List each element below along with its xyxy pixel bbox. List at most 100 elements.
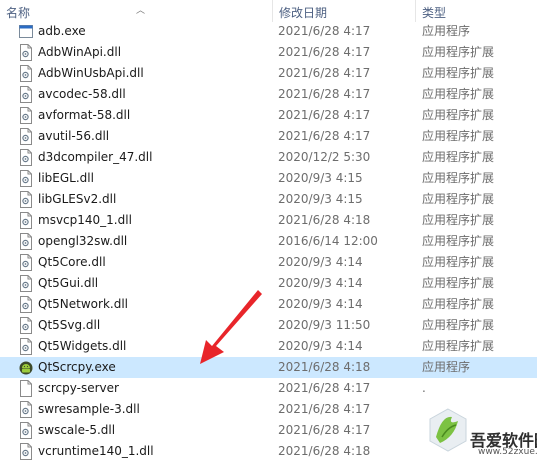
file-name: avcodec-58.dll (38, 87, 126, 101)
column-header-name-label: 名称 (6, 6, 31, 20)
dll-file-icon (20, 254, 32, 271)
file-row[interactable]: QtScrcpy.exe 2021/6/28 4:18 应用程序 (0, 357, 537, 378)
file-date-modified: 2021/6/28 4:17 (278, 402, 371, 416)
file-row[interactable]: AdbWinApi.dll 2021/6/28 4:17 应用程序扩展 (0, 42, 537, 63)
file-date-modified: 2020/9/3 4:15 (278, 171, 363, 185)
watermark: 吾爱软件园 www.52zxue.com (428, 405, 537, 465)
dll-file-icon (20, 317, 32, 334)
file-date-modified: 2020/9/3 4:14 (278, 339, 363, 353)
file-date-modified: 2020/9/3 4:14 (278, 276, 363, 290)
file-name: AdbWinUsbApi.dll (38, 66, 144, 80)
file-row[interactable]: Qt5Core.dll 2020/9/3 4:14 应用程序扩展 (0, 252, 537, 273)
file-name: AdbWinApi.dll (38, 45, 122, 59)
file-row[interactable]: avformat-58.dll 2021/6/28 4:17 应用程序扩展 (0, 105, 537, 126)
file-type: 应用程序扩展 (422, 87, 495, 101)
file-name: libEGL.dll (38, 171, 94, 185)
column-header-date[interactable]: 修改日期 (272, 0, 415, 22)
file-name: d3dcompiler_47.dll (38, 150, 153, 164)
watermark-url: www.52zxue.com (478, 447, 537, 457)
dll-file-icon (20, 443, 32, 460)
file-row[interactable]: d3dcompiler_47.dll 2020/12/2 5:30 应用程序扩展 (0, 147, 537, 168)
file-type: 应用程序扩展 (422, 192, 495, 206)
file-row[interactable]: Qt5Gui.dll 2020/9/3 4:14 应用程序扩展 (0, 273, 537, 294)
dll-file-icon (20, 422, 32, 439)
file-name: swresample-3.dll (38, 402, 140, 416)
dll-file-icon (20, 44, 32, 61)
file-type: 应用程序扩展 (422, 213, 495, 227)
file-date-modified: 2021/6/28 4:18 (278, 213, 371, 227)
dll-file-icon (20, 170, 32, 187)
file-row[interactable]: Qt5Svg.dll 2020/9/3 11:50 应用程序扩展 (0, 315, 537, 336)
file-name: opengl32sw.dll (38, 234, 128, 248)
file-date-modified: 2021/6/28 4:17 (278, 423, 371, 437)
dll-file-icon (20, 338, 32, 355)
file-type: 应用程序扩展 (422, 66, 495, 80)
file-date-modified: 2021/6/28 4:18 (278, 360, 371, 374)
file-row[interactable]: libGLESv2.dll 2020/9/3 4:15 应用程序扩展 (0, 189, 537, 210)
file-row[interactable]: avutil-56.dll 2021/6/28 4:17 应用程序扩展 (0, 126, 537, 147)
file-row[interactable]: adb.exe 2021/6/28 4:17 应用程序 (0, 21, 537, 42)
file-row[interactable]: libEGL.dll 2020/9/3 4:15 应用程序扩展 (0, 168, 537, 189)
file-name: adb.exe (38, 24, 86, 38)
dll-file-icon (20, 107, 32, 124)
dll-file-icon (20, 128, 32, 145)
file-type: 应用程序扩展 (422, 339, 495, 353)
file-name: vcruntime140_1.dll (38, 444, 154, 458)
file-name: swscale-5.dll (38, 423, 116, 437)
dll-file-icon (20, 212, 32, 229)
file-row[interactable]: Qt5Network.dll 2020/9/3 4:14 应用程序扩展 (0, 294, 537, 315)
file-row[interactable]: opengl32sw.dll 2016/6/14 12:00 应用程序扩展 (0, 231, 537, 252)
file-date-modified: 2020/9/3 4:15 (278, 192, 363, 206)
file-name: Qt5Svg.dll (38, 318, 101, 332)
file-type: 应用程序扩展 (422, 318, 495, 332)
column-header-date-label: 修改日期 (279, 6, 328, 20)
file-type: 应用程序扩展 (422, 129, 495, 143)
dll-file-icon (20, 401, 32, 418)
file-date-modified: 2021/6/28 4:17 (278, 45, 371, 59)
file-date-modified: 2021/6/28 4:17 (278, 381, 371, 395)
file-row[interactable]: scrcpy-server 2021/6/28 4:17. (0, 378, 537, 399)
column-header-type-label: 类型 (422, 6, 447, 20)
file-name: avutil-56.dll (38, 129, 110, 143)
file-date-modified: 2020/9/3 11:50 (278, 318, 371, 332)
file-date-modified: 2016/6/14 12:00 (278, 234, 378, 248)
file-type: 应用程序扩展 (422, 45, 495, 59)
watermark-logo-icon (429, 408, 467, 452)
dll-file-icon (20, 65, 32, 82)
file-row[interactable]: Qt5Widgets.dll 2020/9/3 4:14 应用程序扩展 (0, 336, 537, 357)
file-name: msvcp140_1.dll (38, 213, 132, 227)
dll-file-icon (20, 86, 32, 103)
file-type: 应用程序扩展 (422, 255, 495, 269)
file-type: 应用程序 (422, 360, 471, 374)
file-type: 应用程序 (422, 24, 471, 38)
file-name: Qt5Network.dll (38, 297, 128, 311)
file-date-modified: 2021/6/28 4:17 (278, 24, 371, 38)
dll-file-icon (20, 149, 32, 166)
file-type: 应用程序扩展 (422, 276, 495, 290)
file-name: scrcpy-server (38, 381, 119, 395)
file-date-modified: 2020/12/2 5:30 (278, 150, 371, 164)
column-header-name[interactable]: 名称 ︿ (0, 0, 272, 22)
exe-file-icon (19, 25, 33, 38)
file-type: 应用程序扩展 (422, 234, 495, 248)
column-header-type[interactable]: 类型 (415, 0, 537, 22)
file-type: 应用程序扩展 (422, 171, 495, 185)
file-row[interactable]: avcodec-58.dll 2021/6/28 4:17 应用程序扩展 (0, 84, 537, 105)
file-type: 应用程序扩展 (422, 150, 495, 164)
file-row[interactable]: AdbWinUsbApi.dll 2021/6/28 4:17 应用程序扩展 (0, 63, 537, 84)
file-date-modified: 2020/9/3 4:14 (278, 255, 363, 269)
file-date-modified: 2021/6/28 4:17 (278, 66, 371, 80)
file-type: 应用程序扩展 (422, 108, 495, 122)
file-name: Qt5Widgets.dll (38, 339, 127, 353)
column-header-bar: 名称 ︿ 修改日期 类型 (0, 0, 537, 22)
file-date-modified: 2021/6/28 4:18 (278, 444, 371, 458)
file-type: 应用程序扩展 (422, 297, 495, 311)
file-date-modified: 2020/9/3 4:14 (278, 297, 363, 311)
dll-file-icon (20, 233, 32, 250)
file-date-modified: 2021/6/28 4:17 (278, 129, 371, 143)
file-name: libGLESv2.dll (38, 192, 117, 206)
file-row[interactable]: msvcp140_1.dll 2021/6/28 4:18 应用程序扩展 (0, 210, 537, 231)
file-date-modified: 2021/6/28 4:17 (278, 108, 371, 122)
file-name: QtScrcpy.exe (38, 360, 116, 374)
blank-file-icon (20, 380, 32, 397)
